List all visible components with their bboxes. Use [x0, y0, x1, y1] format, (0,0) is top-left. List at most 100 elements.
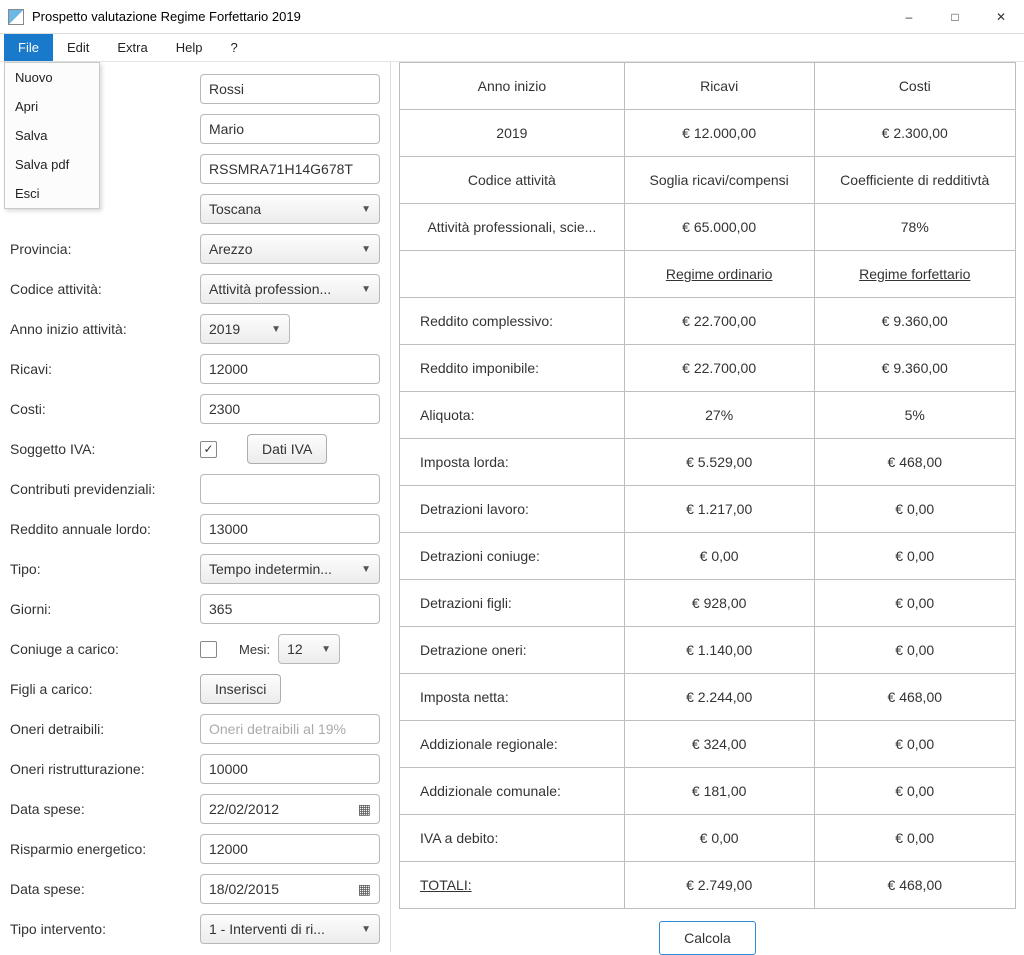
- input-contributi[interactable]: [200, 474, 380, 504]
- row-label: Detrazioni lavoro:: [400, 486, 625, 533]
- label-oneri-detraibili: Oneri detraibili:: [10, 721, 200, 737]
- row-forf: 5%: [814, 392, 1015, 439]
- combo-regione-value: Toscana: [209, 201, 261, 217]
- file-menu-nuovo[interactable]: Nuovo: [5, 63, 99, 92]
- cell-ricavi: € 12.000,00: [624, 110, 814, 157]
- combo-provincia-value: Arezzo: [209, 241, 253, 257]
- file-menu-salva-pdf[interactable]: Salva pdf: [5, 150, 99, 179]
- row-forf: € 0,00: [814, 768, 1015, 815]
- results-pane: Anno inizio Ricavi Costi 2019 € 12.000,0…: [390, 62, 1024, 952]
- label-tipo-intervento: Tipo intervento:: [10, 921, 200, 937]
- row-label: Addizionale comunale:: [400, 768, 625, 815]
- checkbox-coniuge[interactable]: [200, 641, 217, 658]
- total-label: TOTALI:: [400, 862, 625, 909]
- input-oneri-detraibili[interactable]: [200, 714, 380, 744]
- chevron-down-icon: ▼: [321, 644, 331, 655]
- label-data-spese-1: Data spese:: [10, 801, 200, 817]
- label-figli: Figli a carico:: [10, 681, 200, 697]
- label-reddito-lordo: Reddito annuale lordo:: [10, 521, 200, 537]
- combo-tipo-intervento[interactable]: 1 - Interventi di ri... ▼: [200, 914, 380, 944]
- window-close-button[interactable]: ✕: [978, 0, 1024, 33]
- button-inserisci-figli[interactable]: Inserisci: [200, 674, 281, 704]
- input-nome[interactable]: [200, 114, 380, 144]
- cell-codice: Attività professionali, scie...: [400, 204, 625, 251]
- label-provincia: Provincia:: [10, 241, 200, 257]
- cell-anno: 2019: [400, 110, 625, 157]
- chevron-down-icon: ▼: [361, 284, 371, 295]
- input-giorni[interactable]: [200, 594, 380, 624]
- file-menu-salva[interactable]: Salva: [5, 121, 99, 150]
- label-soggetto-iva: Soggetto IVA:: [10, 441, 200, 457]
- chevron-down-icon: ▼: [361, 564, 371, 575]
- file-menu-esci[interactable]: Esci: [5, 179, 99, 208]
- row-ord: € 928,00: [624, 580, 814, 627]
- header-regime-forfettario: Regime forfettario: [814, 251, 1015, 298]
- combo-tipo[interactable]: Tempo indetermin... ▼: [200, 554, 380, 584]
- input-oneri-ristrutturazione[interactable]: [200, 754, 380, 784]
- label-costi: Costi:: [10, 401, 200, 417]
- menubar: File Edit Extra Help ? Nuovo Apri Salva …: [0, 34, 1024, 62]
- label-data-spese-2: Data spese:: [10, 881, 200, 897]
- combo-regione[interactable]: Toscana ▼: [200, 194, 380, 224]
- menu-help[interactable]: Help: [162, 34, 217, 61]
- header-regime-ordinario: Regime ordinario: [624, 251, 814, 298]
- calendar-icon: ▦: [358, 801, 371, 818]
- date-spese-2[interactable]: 18/02/2015 ▦: [200, 874, 380, 904]
- row-forf: € 0,00: [814, 627, 1015, 674]
- input-cognome[interactable]: [200, 74, 380, 104]
- combo-codice-attivita-value: Attività profession...: [209, 281, 331, 297]
- combo-mesi[interactable]: 12 ▼: [278, 634, 340, 664]
- row-ord: € 22.700,00: [624, 298, 814, 345]
- titlebar: Prospetto valutazione Regime Forfettario…: [0, 0, 1024, 34]
- menu-file[interactable]: File: [4, 34, 53, 61]
- row-forf: € 468,00: [814, 439, 1015, 486]
- checkbox-soggetto-iva[interactable]: ✓: [200, 441, 217, 458]
- window-minimize-button[interactable]: –: [886, 0, 932, 33]
- label-codice-attivita: Codice attività:: [10, 281, 200, 297]
- chevron-down-icon: ▼: [271, 324, 281, 335]
- row-label: Detrazioni coniuge:: [400, 533, 625, 580]
- chevron-down-icon: ▼: [361, 244, 371, 255]
- total-ord: € 2.749,00: [624, 862, 814, 909]
- input-risparmio[interactable]: [200, 834, 380, 864]
- row-ord: € 1.217,00: [624, 486, 814, 533]
- window-maximize-button[interactable]: □: [932, 0, 978, 33]
- combo-anno-inizio[interactable]: 2019 ▼: [200, 314, 290, 344]
- input-codice-fiscale[interactable]: [200, 154, 380, 184]
- row-ord: € 5.529,00: [624, 439, 814, 486]
- chevron-down-icon: ▼: [361, 204, 371, 215]
- combo-provincia[interactable]: Arezzo ▼: [200, 234, 380, 264]
- label-giorni: Giorni:: [10, 601, 200, 617]
- label-oneri-ristrutturazione: Oneri ristrutturazione:: [10, 761, 200, 777]
- menu-about[interactable]: ?: [216, 34, 251, 61]
- combo-codice-attivita[interactable]: Attività profession... ▼: [200, 274, 380, 304]
- label-anno-inizio: Anno inizio attività:: [10, 321, 200, 337]
- menu-edit[interactable]: Edit: [53, 34, 103, 61]
- date-spese-1[interactable]: 22/02/2012 ▦: [200, 794, 380, 824]
- row-forf: € 0,00: [814, 533, 1015, 580]
- row-label: Aliquota:: [400, 392, 625, 439]
- menu-extra[interactable]: Extra: [103, 34, 161, 61]
- button-calcola[interactable]: Calcola: [659, 921, 756, 955]
- file-menu-apri[interactable]: Apri: [5, 92, 99, 121]
- label-tipo: Tipo:: [10, 561, 200, 577]
- app-icon: [8, 9, 24, 25]
- input-ricavi[interactable]: [200, 354, 380, 384]
- row-label: Detrazioni figli:: [400, 580, 625, 627]
- input-reddito-lordo[interactable]: [200, 514, 380, 544]
- cell-soglia: € 65.000,00: [624, 204, 814, 251]
- row-forf: € 468,00: [814, 674, 1015, 721]
- calendar-icon: ▦: [358, 881, 371, 898]
- row-label: Detrazione oneri:: [400, 627, 625, 674]
- button-dati-iva[interactable]: Dati IVA: [247, 434, 327, 464]
- header-coef: Coefficiente di redditivtà: [814, 157, 1015, 204]
- label-risparmio: Risparmio energetico:: [10, 841, 200, 857]
- combo-tipo-intervento-value: 1 - Interventi di ri...: [209, 921, 325, 937]
- row-forf: € 9.360,00: [814, 345, 1015, 392]
- header-codice: Codice attività: [400, 157, 625, 204]
- row-forf: € 9.360,00: [814, 298, 1015, 345]
- input-costi[interactable]: [200, 394, 380, 424]
- label-ricavi: Ricavi:: [10, 361, 200, 377]
- combo-mesi-value: 12: [287, 641, 303, 657]
- file-dropdown: Nuovo Apri Salva Salva pdf Esci: [4, 62, 100, 209]
